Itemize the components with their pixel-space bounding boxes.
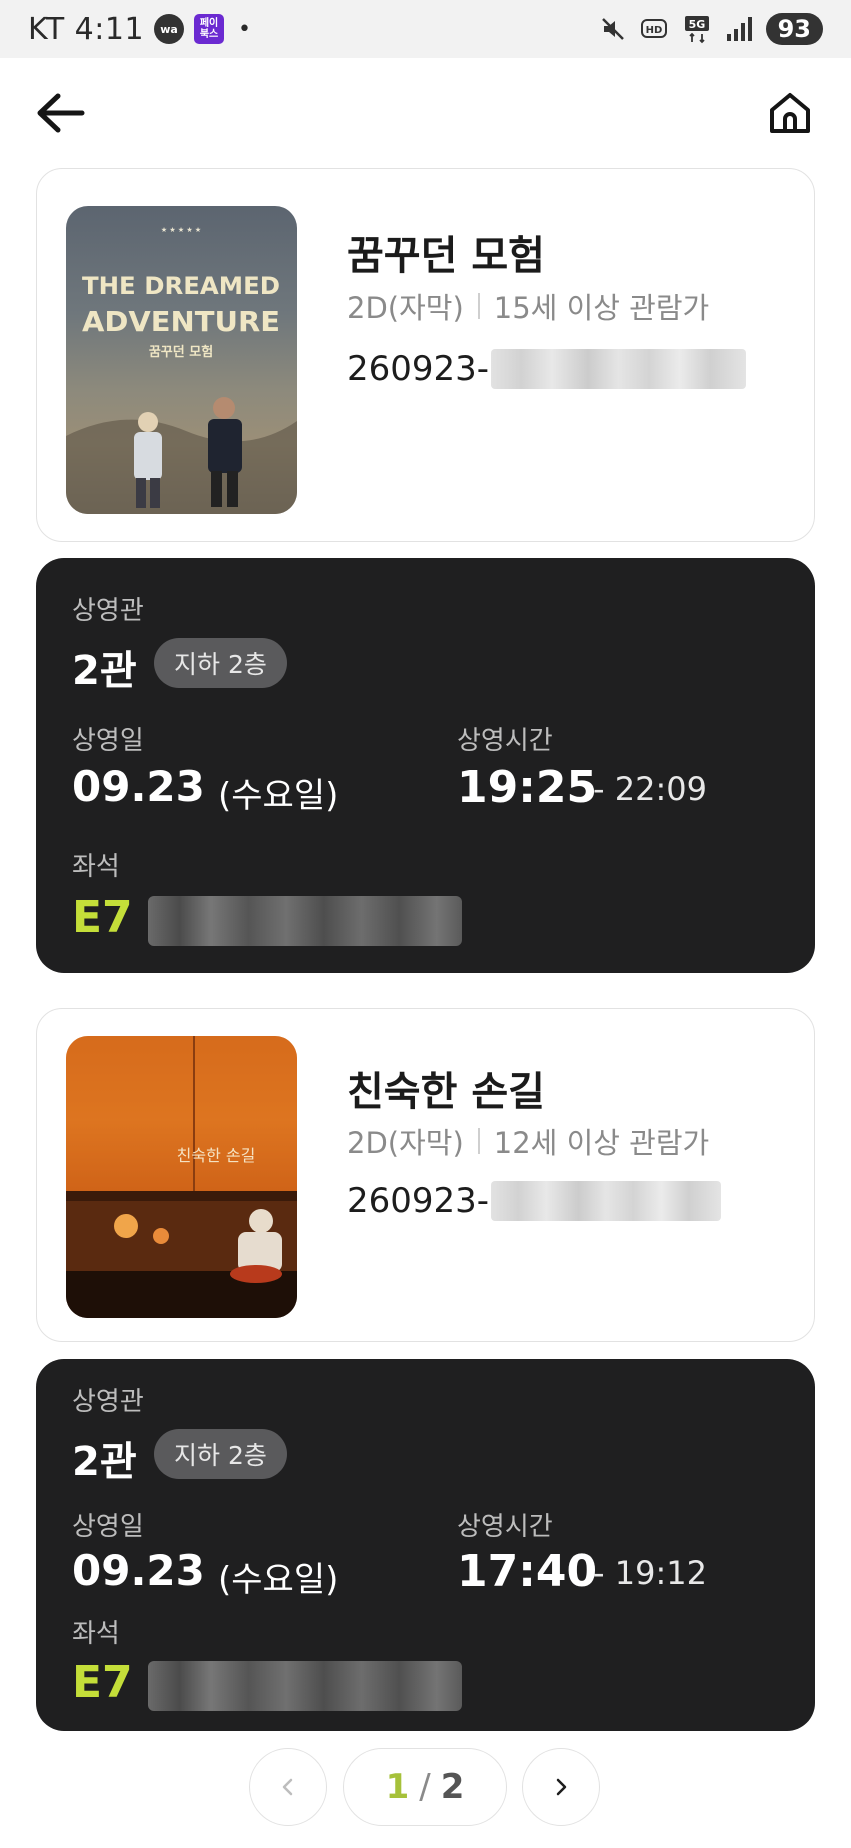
hall-label: 상영관 <box>72 1387 144 1417</box>
seat-detail-redacted <box>148 896 462 946</box>
carrier-label: KT <box>28 11 65 47</box>
seat-value: E7 <box>72 1657 133 1708</box>
prev-page-button[interactable] <box>249 1748 327 1826</box>
hall-label: 상영관 <box>72 596 144 626</box>
mute-icon <box>598 14 628 44</box>
movie-card[interactable]: 친숙한 손길 친숙한 손길 2D(자막) 12세 이상 관람가 260923- <box>36 1008 815 1342</box>
more-notifications-dot: • <box>238 16 252 42</box>
seat-label: 좌석 <box>72 852 120 882</box>
svg-text:HD: HD <box>645 25 662 36</box>
date-label: 상영일 <box>72 1512 144 1542</box>
screen-format: 2D(자막) <box>347 1126 464 1160</box>
screen-format: 2D(자막) <box>347 291 464 325</box>
arrow-left-icon <box>37 93 85 133</box>
notification-app-icon-2: 페이 북스 <box>194 14 225 44</box>
hd-icon: HD <box>640 14 670 44</box>
movie-poster: 친숙한 손길 <box>66 1036 297 1318</box>
total-pages: 2 <box>440 1767 465 1807</box>
age-rating: 12세 이상 관람가 <box>493 1126 710 1160</box>
page-counter: 1 / 2 <box>343 1748 507 1826</box>
5g-icon: 5G <box>682 14 712 44</box>
age-rating: 15세 이상 관람가 <box>493 291 710 325</box>
back-button[interactable] <box>34 86 88 140</box>
seat-detail-redacted <box>148 1661 462 1711</box>
show-weekday: (수요일) <box>218 776 339 816</box>
floor-badge: 지하 2층 <box>154 638 287 688</box>
page-separator: / <box>419 1767 431 1807</box>
movie-card[interactable]: ★ ★ ★ ★ ★ THE DREAMED ADVENTURE 꿈꾸던 모험 꿈… <box>36 168 815 542</box>
movie-meta: 2D(자막) 15세 이상 관람가 <box>347 285 709 327</box>
home-icon <box>770 93 810 133</box>
movie-title: 꿈꾸던 모험 <box>347 233 545 279</box>
clock: 4:11 <box>74 11 145 47</box>
status-bar: KT 4:11 wa 페이 북스 • HD 5G 93 <box>0 0 851 58</box>
meta-divider <box>477 293 480 319</box>
poster-title-korean: 친숙한 손길 <box>177 1146 256 1165</box>
svg-text:★ ★ ★ ★ ★: ★ ★ ★ ★ ★ <box>161 226 201 234</box>
movie-poster: ★ ★ ★ ★ ★ THE DREAMED ADVENTURE 꿈꾸던 모험 <box>66 206 297 514</box>
current-page: 1 <box>385 1767 410 1807</box>
end-time: - 22:09 <box>593 770 707 808</box>
time-label: 상영시간 <box>457 1512 553 1542</box>
start-time: 17:40 <box>457 1546 598 1597</box>
svg-text:5G: 5G <box>688 18 705 31</box>
hall-value: 2관 <box>72 1439 137 1485</box>
booking-number-prefix: 260923- <box>347 349 490 389</box>
floor-badge: 지하 2층 <box>154 1429 287 1479</box>
next-page-button[interactable] <box>522 1748 600 1826</box>
show-date: 09.23 <box>72 762 205 811</box>
date-label: 상영일 <box>72 726 144 756</box>
meta-divider <box>477 1128 480 1154</box>
seat-label: 좌석 <box>72 1619 120 1649</box>
booking-number: 260923- <box>347 349 747 389</box>
poster-title-line2: ADVENTURE <box>82 305 280 338</box>
booking-number: 260923- <box>347 1181 722 1221</box>
ticket-detail-panel: 상영관 2관 지하 2층 상영일 09.23 (수요일) 상영시간 19:25 … <box>36 558 815 973</box>
booking-number-redacted <box>491 349 747 389</box>
ticket-detail-panel: 상영관 2관 지하 2층 상영일 09.23 (수요일) 상영시간 17:40 … <box>36 1359 815 1731</box>
battery-indicator: 93 <box>765 13 823 45</box>
seat-value: E7 <box>72 892 133 943</box>
home-button[interactable] <box>763 86 817 140</box>
end-time: - 19:12 <box>593 1554 707 1592</box>
signal-icon <box>724 14 754 44</box>
show-weekday: (수요일) <box>218 1560 339 1600</box>
notification-app-icon: wa <box>154 14 185 44</box>
time-label: 상영시간 <box>457 726 553 756</box>
chevron-left-icon <box>282 1778 293 1796</box>
booking-number-redacted <box>491 1181 722 1221</box>
hall-value: 2관 <box>72 648 137 694</box>
chevron-right-icon <box>556 1778 567 1796</box>
poster-title-line1: THE DREAMED <box>82 272 280 300</box>
movie-title: 친숙한 손길 <box>347 1069 545 1115</box>
start-time: 19:25 <box>457 762 598 813</box>
booking-number-prefix: 260923- <box>347 1181 490 1221</box>
top-navigation <box>0 58 851 168</box>
poster-title-korean: 꿈꾸던 모험 <box>149 344 213 360</box>
movie-meta: 2D(자막) 12세 이상 관람가 <box>347 1120 709 1162</box>
show-date: 09.23 <box>72 1546 205 1595</box>
